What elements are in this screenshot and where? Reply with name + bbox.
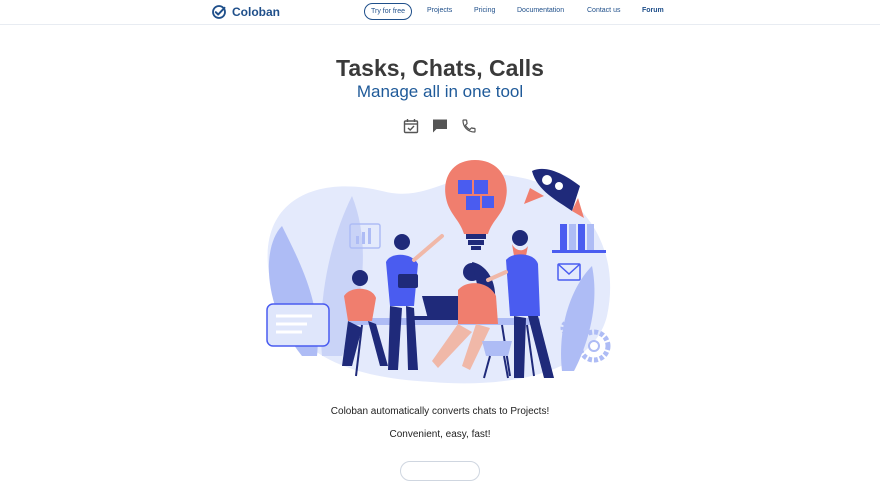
hero-subtitle: Manage all in one tool <box>356 82 524 101</box>
feature-icons <box>403 118 477 134</box>
hero-title: Tasks, Chats, Calls <box>336 55 544 81</box>
nav-link-documentation[interactable]: Documentation <box>517 7 564 14</box>
nav-link-projects[interactable]: Projects <box>427 7 452 14</box>
nav-link-contact-us[interactable]: Contact us <box>587 7 620 14</box>
calendar-check-icon <box>403 119 419 134</box>
top-navbar: Coloban Try for free Projects Pricing Do… <box>0 0 880 25</box>
team-collaboration-illustration <box>266 160 611 384</box>
nav-link-forum[interactable]: Forum <box>642 7 664 14</box>
logo[interactable]: Coloban <box>212 4 280 20</box>
bottom-cta-button[interactable] <box>400 461 480 481</box>
logo-text: Coloban <box>232 5 280 19</box>
tagline-primary: Coloban automatically converts chats to … <box>330 406 550 417</box>
phone-icon <box>462 119 476 133</box>
tagline-secondary: Convenient, easy, fast! <box>389 429 491 440</box>
chat-bubble-icon <box>433 119 447 133</box>
try-for-free-button[interactable]: Try for free <box>364 3 412 20</box>
logo-check-icon <box>212 5 226 19</box>
nav-link-pricing[interactable]: Pricing <box>474 7 495 14</box>
